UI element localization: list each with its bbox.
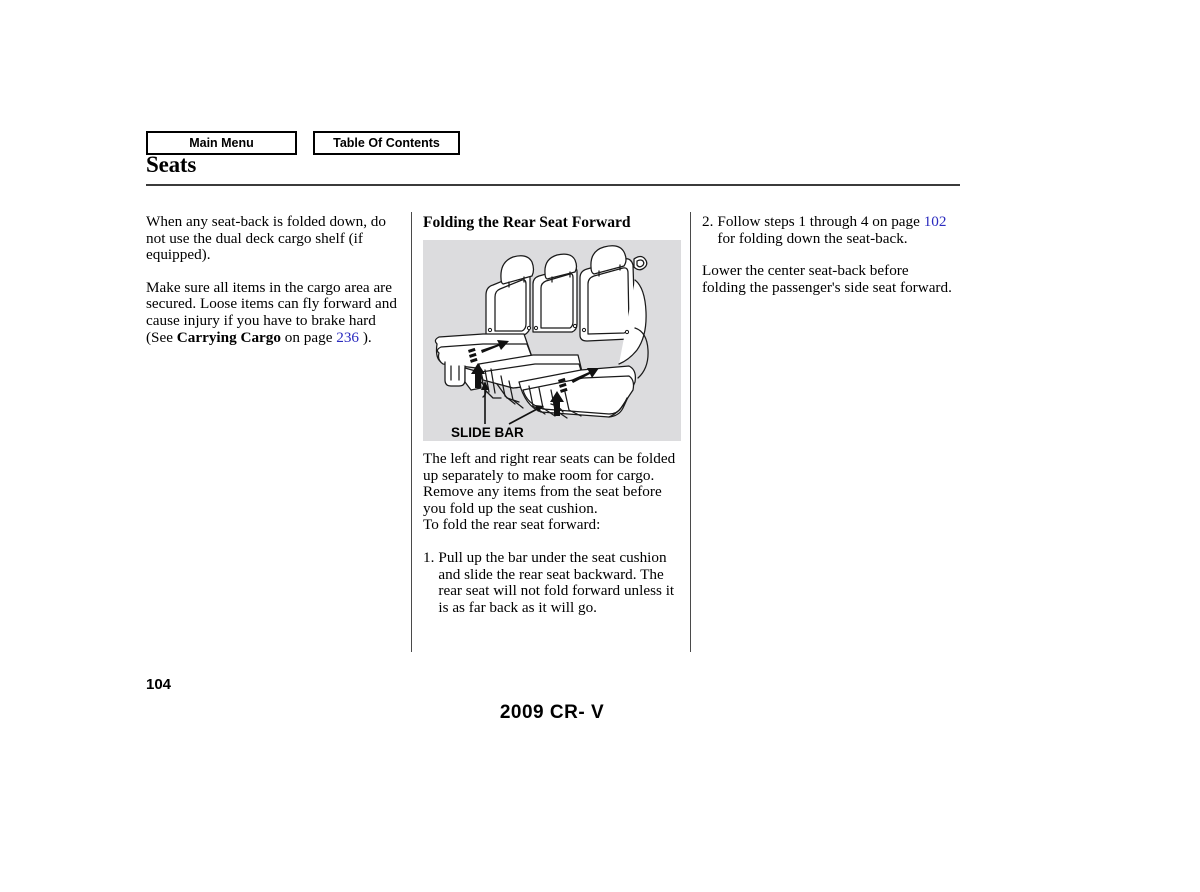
page-link-236[interactable]: 236: [336, 329, 359, 346]
section-subheading: Folding the Rear Seat Forward: [423, 214, 631, 231]
title-divider: [146, 184, 960, 186]
left-paragraph-2-text-b: on page: [280, 328, 337, 346]
step-2-number: 2.: [702, 213, 714, 230]
step-1-text: Pull up the bar under the seat cushion a…: [438, 548, 675, 616]
instruction-step-2: 2. Follow steps 1 through 4 on page 102 …: [702, 213, 954, 247]
middle-paragraph-3: To fold the rear seat forward:: [423, 516, 601, 534]
page-number: 104: [146, 676, 172, 693]
rear-seat-diagram-svg: SLIDE BAR: [434, 245, 649, 440]
rear-seat-illustration: SLIDE BAR: [423, 240, 681, 441]
middle-paragraph-2: Remove any items from the seat before yo…: [423, 483, 662, 517]
slide-bar-label: SLIDE BAR: [451, 425, 524, 440]
middle-paragraph-1: The left and right rear seats can be fol…: [423, 450, 676, 484]
left-column: When any seat-back is folded down, do no…: [146, 213, 402, 346]
left-paragraph-2: Make sure all items in the cargo area ar…: [146, 279, 402, 346]
page-title: Seats: [146, 152, 197, 177]
right-paragraph-1: Lower the center seat-back before foldin…: [702, 262, 952, 296]
middle-column: Folding the Rear Seat Forward SLIDE BAR …: [423, 214, 681, 616]
column-divider-right: [690, 212, 691, 652]
model-footer: 2009 CR- V: [499, 702, 605, 723]
column-divider-left: [411, 212, 412, 652]
right-column: 2. Follow steps 1 through 4 on page 102 …: [702, 213, 954, 296]
step-2-text-a: Follow steps 1 through 4 on page: [717, 213, 924, 230]
step-2-text-b: for folding down the seat-back.: [717, 229, 908, 247]
instruction-step-1: 1. Pull up the bar under the seat cushio…: [423, 548, 681, 616]
carrying-cargo-reference: Carrying Cargo: [176, 328, 281, 346]
page-link-102[interactable]: 102: [924, 213, 947, 230]
step-2-text: Follow steps 1 through 4 on page 102 for…: [717, 213, 954, 247]
table-of-contents-button[interactable]: Table Of Contents: [313, 131, 460, 155]
step-1-number: 1.: [423, 548, 435, 566]
left-paragraph-1: When any seat-back is folded down, do no…: [146, 213, 386, 264]
left-paragraph-2-text-c: ).: [359, 328, 372, 346]
